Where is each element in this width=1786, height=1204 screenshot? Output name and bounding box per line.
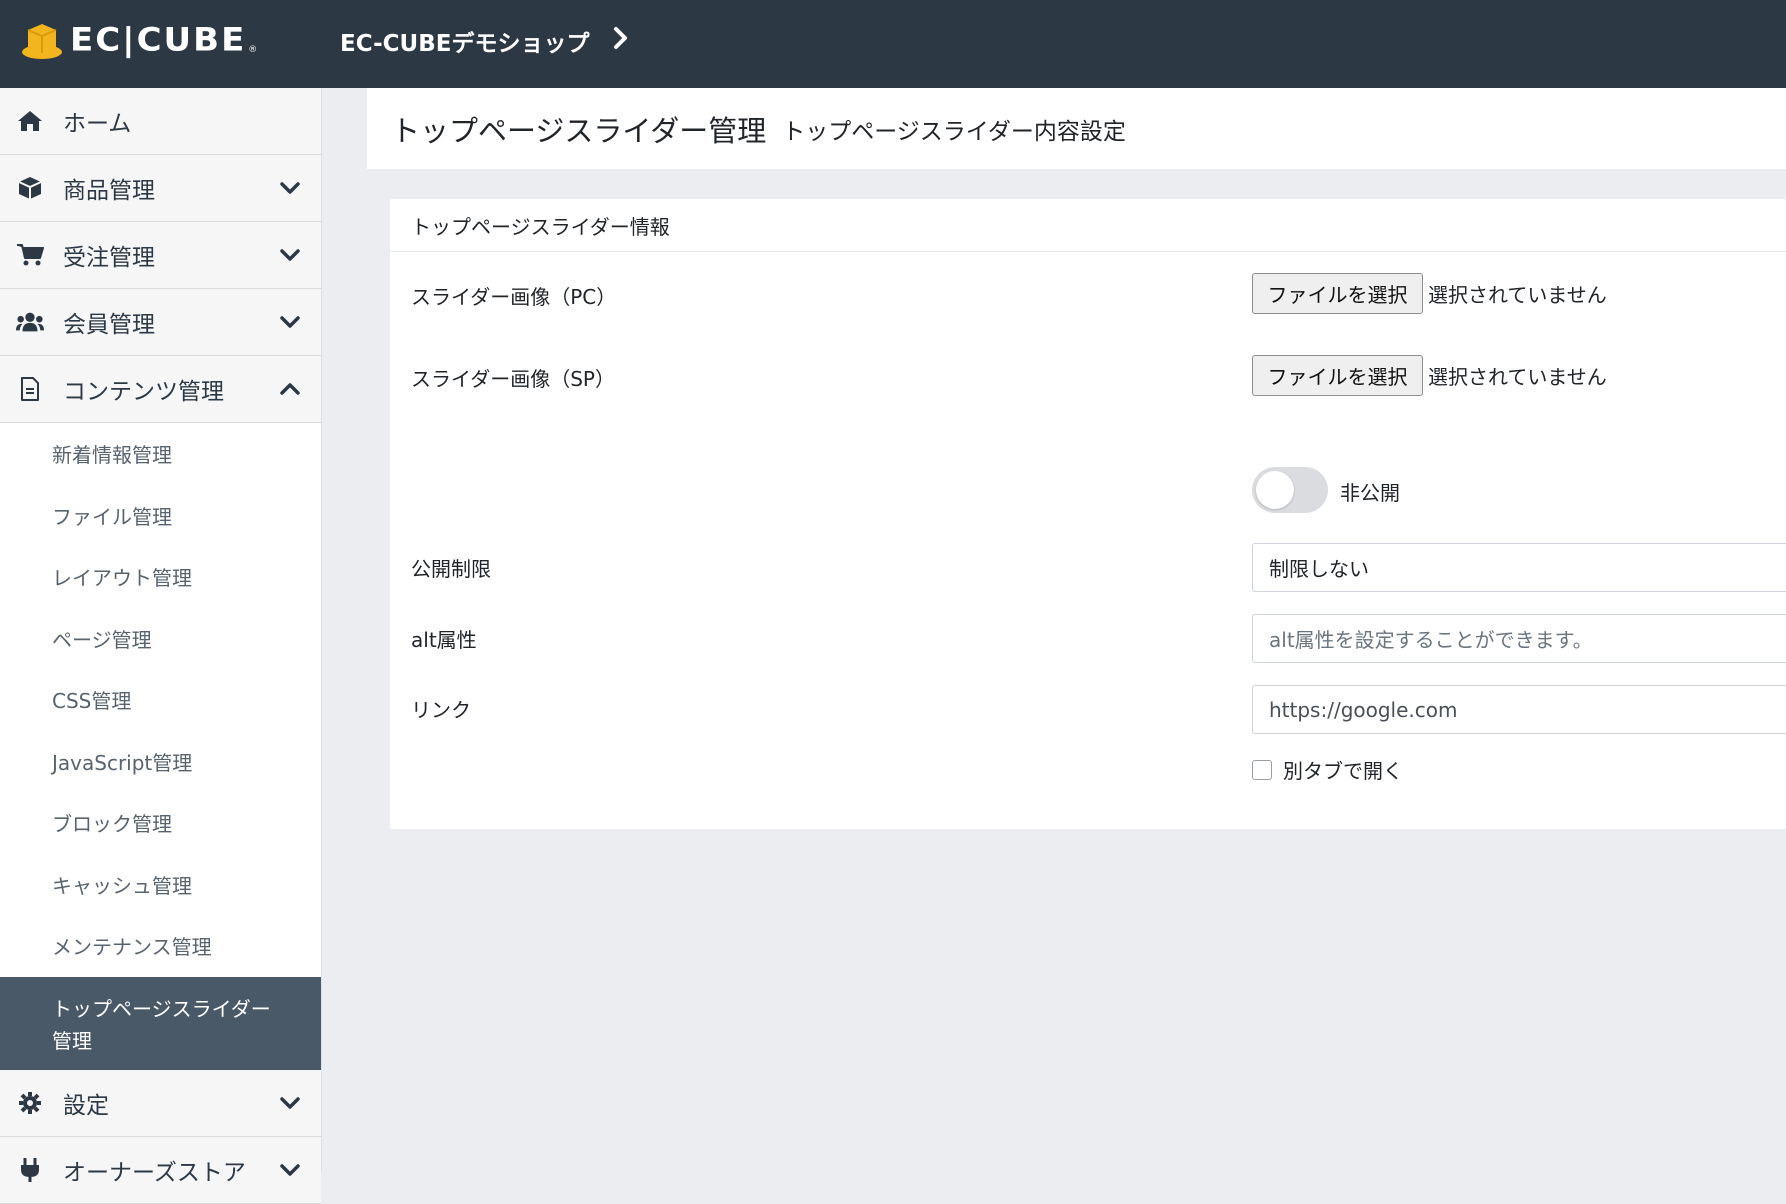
sidebar-subitem-files[interactable]: ファイル管理 xyxy=(0,485,321,547)
sidebar-item-label: 商品管理 xyxy=(63,178,155,204)
visibility-toggle-label: 非公開 xyxy=(1340,481,1400,505)
home-icon xyxy=(16,107,44,135)
toggle-knob xyxy=(1256,471,1294,509)
pc-image-label: スライダー画像（PC） xyxy=(411,285,617,309)
chevron-right-icon[interactable] xyxy=(613,26,629,56)
page-subtitle: トップページスライダー内容設定 xyxy=(782,118,1126,145)
sidebar-subitem-layout[interactable]: レイアウト管理 xyxy=(0,546,321,608)
card-header: トップページスライダー情報 xyxy=(390,199,1786,252)
new-tab-label[interactable]: 別タブで開く xyxy=(1283,755,1403,784)
sidebar-item-label: コンテンツ管理 xyxy=(63,379,224,405)
shop-name-link[interactable]: EC-CUBEデモショップ xyxy=(340,24,589,58)
chevron-up-icon xyxy=(279,378,301,400)
registered-mark: ® xyxy=(248,45,258,55)
sidebar-subitem-javascript[interactable]: JavaScript管理 xyxy=(0,731,321,793)
link-input[interactable]: https://google.com xyxy=(1252,685,1786,734)
ec-cube-logo[interactable]: EC|CUBE ® xyxy=(20,18,257,62)
content-submenu: 新着情報管理 ファイル管理 レイアウト管理 ページ管理 CSS管理 JavaSc… xyxy=(0,423,321,1070)
gear-icon xyxy=(16,1089,44,1117)
sp-image-label: スライダー画像（SP） xyxy=(411,367,615,391)
new-tab-checkbox[interactable] xyxy=(1252,760,1272,780)
cart-icon xyxy=(16,241,44,269)
users-icon xyxy=(16,308,44,336)
visibility-toggle[interactable] xyxy=(1252,467,1328,513)
page-header: トップページスライダー管理 トップページスライダー内容設定 xyxy=(367,88,1786,169)
page-title: トップページスライダー管理 xyxy=(391,113,767,148)
sidebar-item-label: 会員管理 xyxy=(63,312,155,338)
sp-file-select-button[interactable]: ファイルを選択 xyxy=(1252,355,1423,396)
chevron-down-icon xyxy=(279,177,301,199)
alt-label: alt属性 xyxy=(411,628,477,652)
active-item-label-line2: 管理 xyxy=(52,1028,92,1053)
restriction-select[interactable]: 制限しない xyxy=(1252,543,1786,592)
chevron-down-icon xyxy=(279,311,301,333)
sidebar-subitem-css[interactable]: CSS管理 xyxy=(0,669,321,731)
sidebar-item-home[interactable]: ホーム xyxy=(0,88,321,155)
sidebar-item-label: オーナーズストア xyxy=(63,1159,246,1186)
sidebar-item-label: ホーム xyxy=(63,111,132,137)
sidebar-item-owners-store[interactable]: オーナーズストア xyxy=(0,1136,321,1204)
sidebar-subitem-pages[interactable]: ページ管理 xyxy=(0,608,321,670)
file-icon xyxy=(16,375,44,403)
sidebar-subitem-cache[interactable]: キャッシュ管理 xyxy=(0,854,321,916)
restriction-label: 公開制限 xyxy=(411,557,491,581)
logo-wordmark: EC|CUBE xyxy=(70,21,247,59)
sidebar-item-members[interactable]: 会員管理 xyxy=(0,289,321,356)
sidebar-subitem-news[interactable]: 新着情報管理 xyxy=(0,423,321,485)
sidebar-item-products[interactable]: 商品管理 xyxy=(0,155,321,222)
chevron-down-icon xyxy=(279,1159,301,1181)
plug-icon xyxy=(16,1156,44,1184)
pc-file-status: 選択されていません xyxy=(1428,283,1607,307)
box-icon xyxy=(16,174,44,202)
sidebar-item-label: 設定 xyxy=(63,1092,109,1119)
sidebar: ホーム 商品管理 受注管理 会員管理 コンテンツ管理 新着情報管理 ファイル管理… xyxy=(0,88,322,1204)
top-header: EC|CUBE ® EC-CUBEデモショップ xyxy=(0,0,1786,88)
sidebar-subitem-maintenance[interactable]: メンテナンス管理 xyxy=(0,915,321,977)
link-label: リンク xyxy=(411,698,471,722)
chevron-down-icon xyxy=(279,1092,301,1114)
sidebar-item-label: 受注管理 xyxy=(63,245,155,271)
sidebar-item-settings[interactable]: 設定 xyxy=(0,1069,321,1137)
alt-input[interactable]: alt属性を設定することができます。 xyxy=(1252,614,1786,663)
sidebar-item-content[interactable]: コンテンツ管理 xyxy=(0,356,321,423)
sidebar-subitem-top-slider[interactable]: トップページスライダー 管理 xyxy=(0,976,321,1070)
active-item-label-line1: トップページスライダー xyxy=(52,996,271,1021)
sidebar-subitem-blocks[interactable]: ブロック管理 xyxy=(0,792,321,854)
cube-hat-icon xyxy=(22,24,62,59)
chevron-down-icon xyxy=(279,244,301,266)
sp-file-status: 選択されていません xyxy=(1428,365,1607,389)
pc-file-select-button[interactable]: ファイルを選択 xyxy=(1252,273,1423,314)
sidebar-item-orders[interactable]: 受注管理 xyxy=(0,222,321,289)
slider-info-card: トップページスライダー情報 スライダー画像（PC） ファイルを選択 選択されてい… xyxy=(390,199,1786,829)
